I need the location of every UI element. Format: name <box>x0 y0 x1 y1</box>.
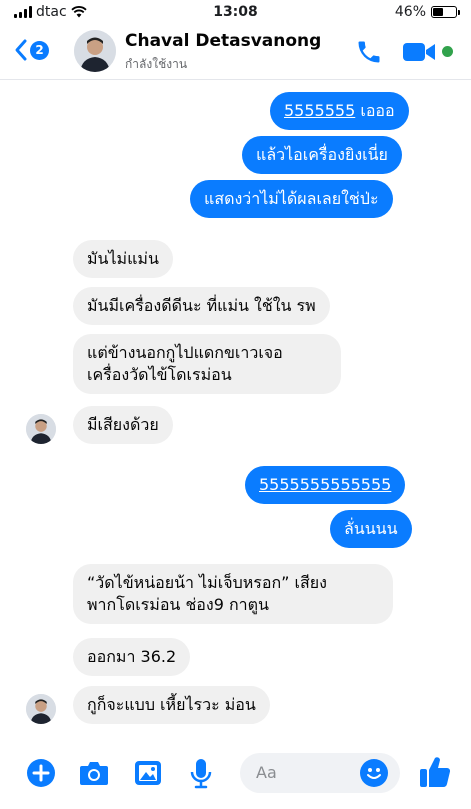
emoji-icon <box>367 768 381 779</box>
outgoing-message[interactable]: แล้วไอเครื่องยิงเนี่ย <box>242 136 402 174</box>
voice-message-button[interactable] <box>188 758 214 794</box>
incoming-message[interactable]: มันมีเครื่องดีดีนะ ที่แม่น ใช้ใน รพ <box>73 287 330 325</box>
message-text: เอออ <box>355 101 395 120</box>
like-button[interactable] <box>418 754 452 794</box>
camera-button[interactable] <box>78 758 110 792</box>
message-input-placeholder: Aa <box>256 763 277 782</box>
more-actions-button[interactable] <box>26 758 56 792</box>
outgoing-message[interactable]: แสดงว่าไม่ได้ผลเลยใช่ป่ะ <box>190 180 393 218</box>
battery-fill <box>433 8 444 16</box>
phone-icon <box>358 41 380 63</box>
microphone-icon <box>190 759 212 789</box>
gallery-icon <box>135 761 161 785</box>
message-link[interactable]: 5555555 <box>284 101 355 120</box>
incoming-message[interactable]: ออกมา 36.2 <box>73 638 191 676</box>
status-right: 46% <box>394 4 460 20</box>
plus-icon <box>27 759 55 787</box>
incoming-message[interactable]: “วัดไข้หน่อยน้า ไม่เจ็บหรอก” เสียง พากโด… <box>73 564 393 624</box>
voice-call-button[interactable] <box>355 38 383 70</box>
outgoing-message[interactable]: 5555555 เอออ <box>270 92 409 130</box>
sender-avatar <box>26 414 56 444</box>
person-avatar-image <box>26 414 56 444</box>
unread-badge: 2 <box>30 40 49 60</box>
message-line: เครื่องวัดไข้โดเรม่อน <box>87 365 232 384</box>
sender-avatar <box>26 694 56 724</box>
incoming-message[interactable]: มีเสียงด้วย <box>73 406 173 444</box>
status-bar: dtac 13:08 46% <box>0 0 471 24</box>
incoming-message[interactable]: กูก็จะแบบ เหี้ยไรวะ ม่อน <box>73 686 270 724</box>
person-avatar-image <box>26 694 56 724</box>
back-button[interactable]: 2 <box>14 38 49 62</box>
message-link[interactable]: 5555555555555 <box>259 475 391 494</box>
person-avatar-image <box>74 30 116 72</box>
incoming-message[interactable]: มันไม่แม่น <box>73 240 173 278</box>
emoji-button[interactable] <box>360 759 388 787</box>
video-call-button[interactable] <box>402 40 438 68</box>
incoming-message[interactable]: แต่ข้างนอกกูไปแดกขเาวเจอ เครื่องวัดไข้โด… <box>73 334 341 394</box>
contact-name[interactable]: Chaval Detasvanong <box>125 31 321 51</box>
outgoing-message[interactable]: ลั่นนนน <box>330 510 412 548</box>
back-chevron-icon <box>15 39 27 61</box>
video-camera-icon <box>403 43 435 61</box>
message-composer: Aa <box>0 744 471 809</box>
message-line: พากโดเรม่อน ช่อง9 กาตูน <box>87 595 269 614</box>
contact-avatar[interactable] <box>74 30 116 72</box>
thumbs-up-icon <box>420 757 451 788</box>
battery-percent: 46% <box>394 4 426 20</box>
outgoing-message[interactable]: 5555555555555 <box>245 466 406 504</box>
camera-icon <box>80 762 108 785</box>
message-line: แต่ข้างนอกกูไปแดกขเาวเจอ <box>87 343 283 362</box>
online-indicator <box>442 46 453 57</box>
battery-icon <box>431 6 460 18</box>
contact-status: กำลังใช้งาน <box>125 57 188 71</box>
message-list[interactable]: 5555555 เอออ แล้วไอเครื่องยิงเนี่ย แสดงว… <box>0 82 471 744</box>
gallery-button[interactable] <box>133 758 163 792</box>
conversation-header: 2 Chaval Detasvanong กำลังใช้งาน <box>0 24 471 80</box>
message-line: “วัดไข้หน่อยน้า ไม่เจ็บหรอก” เสียง <box>87 573 327 592</box>
